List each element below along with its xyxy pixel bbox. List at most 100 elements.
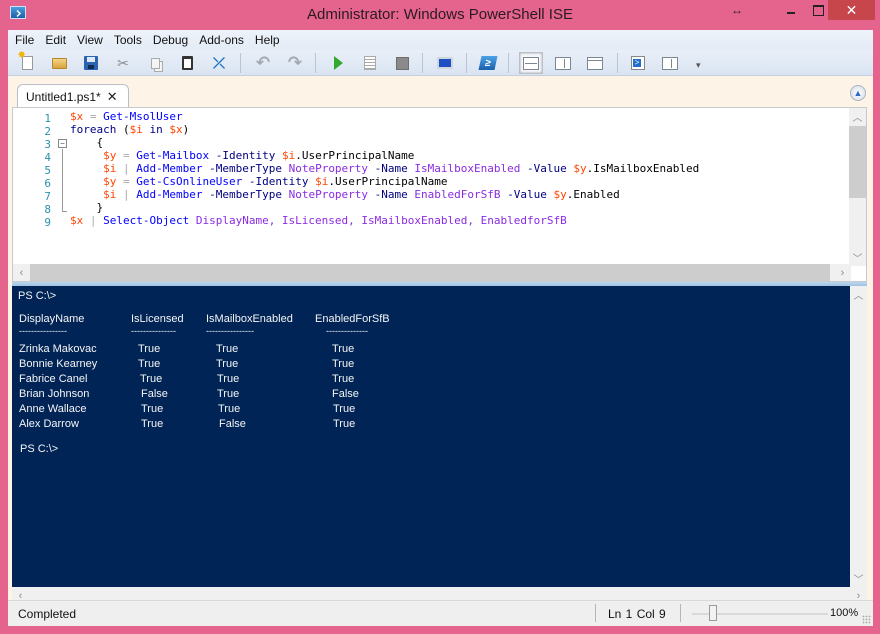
- clear-console-icon: ⤫: [212, 54, 225, 72]
- stop-button[interactable]: [392, 53, 412, 73]
- console-cell-value: True: [216, 358, 239, 370]
- code-token-plain: .UserPrincipalName: [328, 175, 448, 188]
- scroll-right-icon[interactable]: ›: [834, 264, 851, 281]
- show-script-pane-icon: [631, 56, 645, 70]
- code-token-plain: .IsMailboxEnabled: [586, 162, 700, 175]
- line-number: 1: [44, 112, 51, 125]
- menu-help[interactable]: Help: [255, 30, 286, 50]
- scroll-up-icon[interactable]: ︿: [849, 108, 866, 125]
- scrollbar-thumb[interactable]: [849, 126, 866, 198]
- code-line[interactable]: $x | Select-Object DisplayName, IsLicens…: [70, 214, 567, 227]
- start-powershell-button[interactable]: ≥: [478, 53, 498, 73]
- save-button[interactable]: [81, 53, 101, 73]
- code-line[interactable]: $y = Get-Mailbox -Identity $i.UserPrinci…: [70, 149, 414, 162]
- toolbar-overflow-icon[interactable]: ▾: [696, 60, 701, 71]
- menu-add-ons[interactable]: Add-ons: [199, 30, 250, 50]
- script-pane-right-button[interactable]: [553, 53, 573, 73]
- scrollbar-thumb[interactable]: [30, 264, 830, 281]
- zoom-slider-thumb[interactable]: [709, 605, 718, 621]
- code-line[interactable]: $y = Get-CsOnlineUser -Identity $i.UserP…: [70, 175, 448, 188]
- clear-console-button[interactable]: ⤫: [209, 53, 229, 73]
- console-cell-value: True: [140, 373, 163, 385]
- script-horizontal-scrollbar[interactable]: ‹ ›: [13, 264, 851, 281]
- code-token-param: -Identity: [242, 175, 316, 188]
- console-vertical-scrollbar[interactable]: ︿ ﹀: [850, 286, 867, 587]
- fold-guide-end: [62, 211, 67, 212]
- script-pane[interactable]: 1 2 3 4 5 6 7 8 9 − $x = Get-MsolUser for…: [12, 107, 867, 282]
- script-pane-maximized-button[interactable]: [585, 53, 605, 73]
- console-cell-value: True: [333, 403, 356, 415]
- code-token-op: =: [116, 149, 137, 162]
- scroll-down-icon[interactable]: ﹀: [849, 249, 866, 266]
- code-line[interactable]: }: [70, 201, 103, 214]
- console-cell-value: True: [138, 358, 161, 370]
- scroll-down-icon[interactable]: ﹀: [850, 570, 867, 587]
- menu-edit[interactable]: Edit: [45, 30, 72, 50]
- cut-button[interactable]: ✂: [113, 53, 133, 73]
- run-icon: [333, 56, 343, 70]
- code-token-plain: .UserPrincipalName: [295, 149, 415, 162]
- toolbar-separator: [508, 53, 509, 73]
- console-prompt: PS C:\>: [20, 443, 59, 455]
- header-underline: ----------------: [19, 326, 67, 336]
- code-token-plain: {: [70, 136, 104, 149]
- code-token-cmd: Get-CsOnlineUser: [136, 175, 243, 188]
- code-token-var: $x: [70, 214, 84, 227]
- menu-tools[interactable]: Tools: [114, 30, 148, 50]
- console-cell-value: True: [217, 388, 240, 400]
- toolbar-separator: [422, 53, 423, 73]
- code-line[interactable]: $i | Add-Member -MemberType NoteProperty…: [70, 162, 699, 175]
- console-cell-value: True: [217, 373, 240, 385]
- script-pane-top-button[interactable]: [519, 52, 543, 74]
- close-button[interactable]: ✕: [828, 0, 875, 20]
- code-token-cmd: Add-Member: [136, 162, 203, 175]
- copy-button[interactable]: [145, 53, 165, 73]
- code-token-param: -Name: [368, 162, 415, 175]
- menu-file[interactable]: File: [15, 30, 40, 50]
- console-cell-value: True: [216, 343, 239, 355]
- close-tab-icon[interactable]: ✕: [107, 89, 118, 105]
- script-tab-strip: Untitled1.ps1* ✕ ▲: [8, 77, 873, 108]
- paste-button[interactable]: [177, 53, 197, 73]
- collapse-script-pane-icon[interactable]: ▲: [850, 85, 866, 101]
- redo-button[interactable]: ↷: [285, 53, 305, 73]
- collapse-region-icon[interactable]: −: [58, 139, 67, 148]
- code-token-str: EnabledForSfB: [414, 188, 501, 201]
- script-pane-maximized-icon: [587, 56, 603, 70]
- code-line[interactable]: {: [70, 136, 103, 149]
- code-token-op: |: [116, 162, 137, 175]
- undo-button[interactable]: ↶: [253, 53, 273, 73]
- code-token-var: $x: [70, 110, 84, 123]
- show-script-pane-button[interactable]: [628, 53, 648, 73]
- minimize-button[interactable]: [778, 0, 804, 20]
- console-pane[interactable]: PS C:\> DisplayName IsLicensed IsMailbox…: [12, 286, 867, 604]
- code-line[interactable]: $x = Get-MsolUser: [70, 110, 183, 123]
- menu-view[interactable]: View: [77, 30, 109, 50]
- column-header-islicensed: IsLicensed: [131, 313, 184, 325]
- console-cell-value: True: [141, 403, 164, 415]
- console-cell-displayname: Alex Darrow: [19, 418, 79, 430]
- toolbar-separator: [315, 53, 316, 73]
- show-command-addon-icon: [662, 56, 678, 70]
- run-script-button[interactable]: [328, 53, 348, 73]
- tab-untitled1[interactable]: Untitled1.ps1* ✕: [17, 84, 129, 108]
- menu-debug[interactable]: Debug: [153, 30, 194, 50]
- column-header-ismailboxenabled: IsMailboxEnabled: [206, 313, 293, 325]
- resize-grip[interactable]: [862, 615, 871, 624]
- zoom-level: 100%: [830, 607, 859, 619]
- code-line[interactable]: $i | Add-Member -MemberType NoteProperty…: [70, 188, 620, 201]
- console-cell-displayname: Anne Wallace: [19, 403, 87, 415]
- open-icon: [51, 57, 67, 69]
- scroll-up-icon[interactable]: ︿: [850, 286, 867, 303]
- new-remote-tab-button[interactable]: [435, 53, 455, 73]
- scroll-left-icon[interactable]: ‹: [13, 264, 30, 281]
- new-button[interactable]: [17, 50, 37, 73]
- script-vertical-scrollbar[interactable]: ︿ ﹀: [849, 108, 866, 266]
- run-selection-button[interactable]: [360, 53, 380, 73]
- code-line[interactable]: foreach ($i in $x): [70, 123, 189, 136]
- console-cell-value: True: [332, 358, 355, 370]
- show-command-addon-button[interactable]: [660, 53, 680, 73]
- open-button[interactable]: [49, 53, 69, 73]
